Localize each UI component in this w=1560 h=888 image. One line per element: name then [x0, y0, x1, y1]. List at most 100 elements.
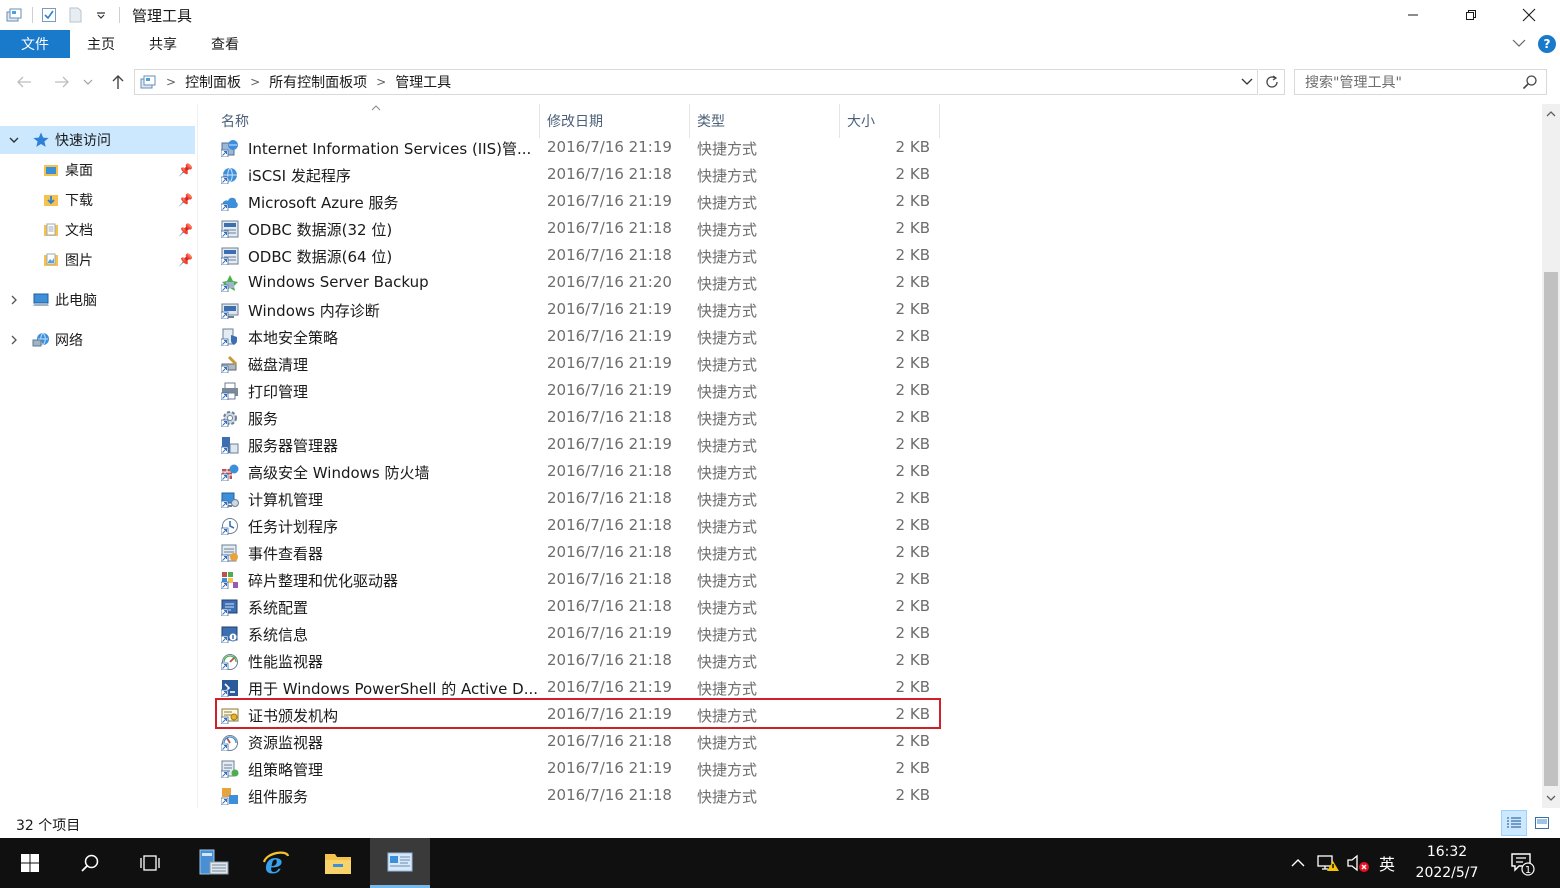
table-row[interactable]: 组策略管理 2016/7/16 21:19 快捷方式 2 KB: [217, 755, 940, 782]
pin-icon[interactable]: 📌: [178, 193, 193, 207]
nav-quick-access[interactable]: 快速访问: [0, 126, 195, 154]
tab-file[interactable]: 文件: [0, 30, 70, 58]
column-divider[interactable]: [689, 104, 690, 138]
table-row[interactable]: 事件查看器 2016/7/16 21:18 快捷方式 2 KB: [217, 539, 940, 566]
back-button[interactable]: [12, 70, 36, 94]
taskbar-server-manager[interactable]: [184, 838, 244, 888]
table-row[interactable]: 服务器管理器 2016/7/16 21:19 快捷方式 2 KB: [217, 431, 940, 458]
up-button[interactable]: [106, 70, 130, 94]
chevron-expanded-icon[interactable]: [8, 134, 20, 146]
column-divider[interactable]: [539, 104, 540, 138]
pin-icon[interactable]: 📌: [178, 223, 193, 237]
taskbar-admin-tools-window[interactable]: [370, 838, 430, 888]
breadcrumb-separator-icon[interactable]: >: [250, 75, 260, 89]
restore-button[interactable]: [1442, 0, 1500, 30]
table-row[interactable]: 计算机管理 2016/7/16 21:18 快捷方式 2 KB: [217, 485, 940, 512]
pin-icon[interactable]: 📌: [178, 163, 193, 177]
breadcrumb-all-items[interactable]: 所有控制面板项: [269, 72, 367, 92]
customize-toolbar-chevron-icon[interactable]: [91, 5, 111, 25]
table-row[interactable]: 磁盘清理 2016/7/16 21:19 快捷方式 2 KB: [217, 350, 940, 377]
nav-network[interactable]: 网络: [0, 326, 195, 354]
details-view-button[interactable]: [1501, 810, 1527, 836]
show-hidden-icons-button[interactable]: [1286, 838, 1310, 888]
clock[interactable]: 16:32 2022/5/7: [1402, 842, 1492, 884]
column-header-name[interactable]: 名称: [221, 104, 249, 138]
chevron-right-icon[interactable]: [8, 334, 20, 346]
nav-desktop[interactable]: 桌面 📌: [0, 156, 195, 184]
table-row[interactable]: ODBC 数据源(64 位) 2016/7/16 21:18 快捷方式 2 KB: [217, 242, 940, 269]
column-divider[interactable]: [839, 104, 840, 138]
nav-label: 下载: [65, 193, 93, 209]
large-icons-view-button[interactable]: [1529, 810, 1555, 836]
group-policy-icon: [220, 760, 239, 779]
file-date: 2016/7/16 21:19: [547, 759, 672, 777]
search-button[interactable]: [60, 838, 120, 888]
chevron-right-icon[interactable]: [8, 294, 20, 306]
table-row[interactable]: 高级安全 Windows 防火墙 2016/7/16 21:18 快捷方式 2 KB: [217, 458, 940, 485]
search-icon[interactable]: [1522, 74, 1538, 94]
scroll-up-arrow-icon[interactable]: [1542, 106, 1560, 122]
minimize-button[interactable]: [1384, 0, 1442, 30]
address-history-dropdown[interactable]: [1237, 70, 1257, 94]
nav-pictures[interactable]: 图片 📌: [0, 246, 195, 274]
column-header-type[interactable]: 类型: [697, 104, 725, 138]
address-bar[interactable]: > 控制面板 > 所有控制面板项 > 管理工具: [134, 69, 1258, 95]
action-center-button[interactable]: 1: [1504, 838, 1540, 888]
table-row[interactable]: 组件服务 2016/7/16 21:18 快捷方式 2 KB: [217, 782, 940, 809]
nav-this-pc[interactable]: 此电脑: [0, 286, 195, 314]
tab-view[interactable]: 查看: [194, 30, 256, 58]
task-view-button[interactable]: [120, 838, 180, 888]
breadcrumb-separator-icon[interactable]: >: [376, 75, 386, 89]
table-row[interactable]: ODBC 数据源(32 位) 2016/7/16 21:18 快捷方式 2 KB: [217, 215, 940, 242]
volume-button[interactable]: [1344, 838, 1372, 888]
column-divider[interactable]: [939, 104, 940, 138]
nav-documents[interactable]: 文档 📌: [0, 216, 195, 244]
column-header-size[interactable]: 大小: [847, 104, 875, 138]
nav-downloads[interactable]: 下载 📌: [0, 186, 195, 214]
taskbar-file-explorer[interactable]: [308, 838, 368, 888]
odbc-icon: [220, 247, 239, 266]
taskbar-internet-explorer[interactable]: e: [246, 838, 306, 888]
table-row[interactable]: iSCSI 发起程序 2016/7/16 21:18 快捷方式 2 KB: [217, 161, 940, 188]
file-name: iSCSI 发起程序: [248, 167, 351, 185]
refresh-button[interactable]: [1259, 69, 1285, 95]
table-row[interactable]: 系统配置 2016/7/16 21:18 快捷方式 2 KB: [217, 593, 940, 620]
table-row[interactable]: Internet Information Services (IIS)管... 2…: [217, 134, 940, 161]
table-row[interactable]: 性能监视器 2016/7/16 21:18 快捷方式 2 KB: [217, 647, 940, 674]
table-row[interactable]: Windows 内存诊断 2016/7/16 21:19 快捷方式 2 KB: [217, 296, 940, 323]
close-button[interactable]: [1500, 0, 1558, 30]
vertical-scrollbar[interactable]: [1542, 104, 1560, 808]
properties-icon[interactable]: [39, 5, 59, 25]
network-status-button[interactable]: [1314, 838, 1342, 888]
up-arrow-icon: [112, 75, 124, 89]
column-header-date[interactable]: 修改日期: [547, 104, 603, 138]
help-icon[interactable]: ?: [1538, 35, 1556, 53]
table-row[interactable]: 打印管理 2016/7/16 21:19 快捷方式 2 KB: [217, 377, 940, 404]
tab-share[interactable]: 共享: [132, 30, 194, 58]
breadcrumb-separator-icon[interactable]: >: [166, 75, 176, 89]
table-row[interactable]: 服务 2016/7/16 21:18 快捷方式 2 KB: [217, 404, 940, 431]
table-row[interactable]: 任务计划程序 2016/7/16 21:18 快捷方式 2 KB: [217, 512, 940, 539]
scroll-down-arrow-icon[interactable]: [1542, 790, 1560, 806]
recent-locations-button[interactable]: [80, 70, 96, 94]
breadcrumb-control-panel[interactable]: 控制面板: [185, 72, 241, 92]
table-row[interactable]: 本地安全策略 2016/7/16 21:19 快捷方式 2 KB: [217, 323, 940, 350]
table-row[interactable]: 用于 Windows PowerShell 的 Active D... 2016/…: [217, 674, 940, 701]
file-size: 2 KB: [895, 435, 930, 453]
search-input[interactable]: 搜索"管理工具": [1294, 69, 1547, 95]
breadcrumb-admin-tools[interactable]: 管理工具: [395, 72, 451, 92]
start-button[interactable]: [0, 838, 60, 888]
expand-ribbon-chevron-icon[interactable]: [1512, 36, 1526, 52]
new-folder-icon[interactable]: [65, 5, 85, 25]
table-row[interactable]: Windows Server Backup 2016/7/16 21:20 快捷方式…: [217, 269, 940, 296]
pin-icon[interactable]: 📌: [178, 253, 193, 267]
tab-home[interactable]: 主页: [70, 30, 132, 58]
table-row[interactable]: 资源监视器 2016/7/16 21:18 快捷方式 2 KB: [217, 728, 940, 755]
table-row[interactable]: 系统信息 2016/7/16 21:19 快捷方式 2 KB: [217, 620, 940, 647]
table-row[interactable]: 碎片整理和优化驱动器 2016/7/16 21:18 快捷方式 2 KB: [217, 566, 940, 593]
forward-button[interactable]: [50, 70, 74, 94]
input-method-indicator[interactable]: 英: [1374, 838, 1400, 888]
control-panel-icon[interactable]: [4, 5, 24, 25]
table-row[interactable]: Microsoft Azure 服务 2016/7/16 21:19 快捷方式 2 K…: [217, 188, 940, 215]
scrollbar-thumb[interactable]: [1544, 272, 1558, 786]
